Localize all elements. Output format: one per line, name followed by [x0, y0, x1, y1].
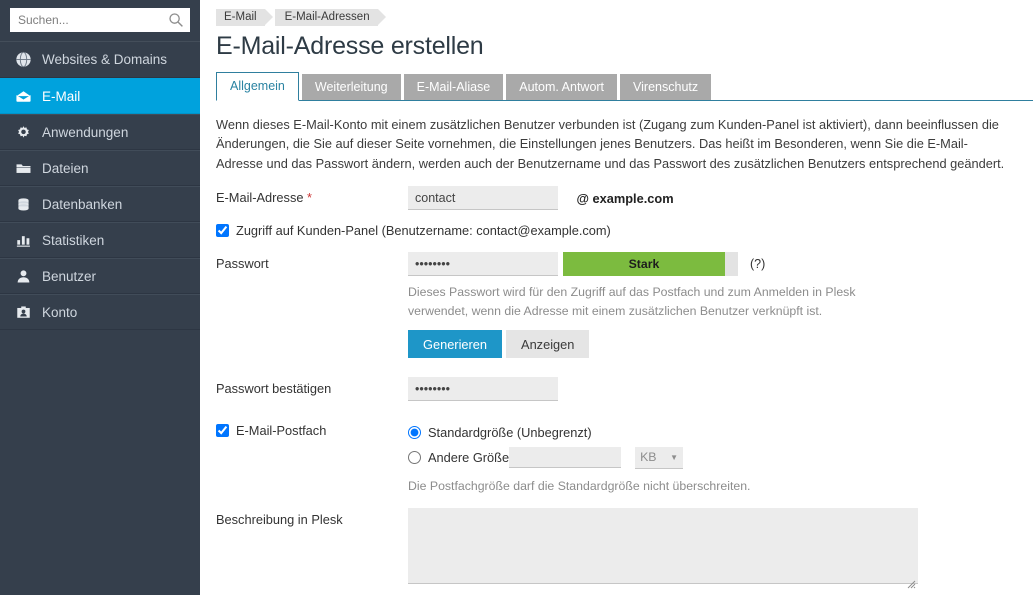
mailbox-size-default-radio[interactable] [408, 426, 421, 440]
chevron-down-icon: ▼ [670, 452, 679, 462]
field-password-confirm: Passwort bestätigen [216, 377, 1033, 402]
sidebar-item-dateien[interactable]: Dateien [0, 150, 200, 186]
sidebar-item-label: Anwendungen [42, 124, 129, 140]
mailbox-size-default-row[interactable]: Standardgröße (Unbegrenzt) [408, 422, 1033, 443]
intro-text: Wenn dieses E-Mail-Konto mit einem zusät… [216, 117, 1005, 171]
mailbox-unit-select[interactable]: KB ▼ [635, 446, 684, 469]
field-label-mailbox: E-Mail-Postfach [216, 422, 408, 438]
sidebar-item-konto[interactable]: Konto [0, 294, 200, 330]
search-box[interactable] [10, 8, 190, 32]
password-buttons: Generieren Anzeigen [408, 330, 1033, 359]
field-mailbox: E-Mail-Postfach Standardgröße (Unbegrenz… [216, 422, 1033, 495]
email-form: E-Mail-Adresse * @ example.com Zugriff a… [216, 186, 1033, 595]
field-label-password: Passwort [216, 256, 269, 272]
sidebar-search [0, 0, 200, 41]
sidebar-item-label: Datenbanken [42, 196, 123, 212]
tab-email-aliase[interactable]: E-Mail-Aliase [403, 74, 504, 100]
field-label-email-text: E-Mail-Adresse [216, 190, 304, 206]
search-input[interactable] [16, 9, 168, 31]
main-content: E-Mail E-Mail-Adressen E-Mail-Adresse er… [200, 0, 1033, 595]
mailbox-label-text: E-Mail-Postfach [236, 423, 327, 439]
page-title: E-Mail-Adresse erstellen [216, 32, 484, 60]
sidebar-item-statistiken[interactable]: Statistiken [0, 222, 200, 258]
field-control-password-confirm [408, 377, 1033, 402]
mailbox-checkbox[interactable] [216, 424, 229, 438]
sidebar-item-websites-domains[interactable]: Websites & Domains [0, 42, 200, 78]
field-email-address: E-Mail-Adresse * @ example.com [216, 186, 1033, 211]
mailbox-unit-value: KB [640, 450, 657, 465]
tab-allgemein[interactable]: Allgemein [216, 72, 299, 101]
password-row: Stark (?) [408, 252, 1033, 277]
description-textarea[interactable] [408, 507, 918, 584]
field-description: Beschreibung in Plesk Die Beschreibung [216, 507, 1033, 595]
folder-icon [14, 159, 32, 177]
envelope-icon [14, 87, 32, 105]
email-input[interactable] [408, 186, 558, 211]
field-label-email: E-Mail-Adresse * [216, 186, 408, 205]
panel-access-label: Zugriff auf Kunden-Panel (Benutzername: … [236, 223, 611, 239]
field-control-description: Die Beschreibung ist für jeden sichtbar,… [408, 507, 1033, 595]
sidebar-item-datenbanken[interactable]: Datenbanken [0, 186, 200, 222]
plesk-window: Websites & Domains E-Mail [0, 0, 1033, 595]
bar-chart-icon [14, 231, 32, 249]
mailbox-size-other-radio[interactable] [408, 451, 421, 465]
field-password: Passwort Stark (?) Dieses Passwort wird … [216, 252, 1033, 359]
sidebar-nav: Websites & Domains E-Mail Anwendungen Da… [0, 41, 200, 330]
tab-virenschutz[interactable]: Virenschutz [620, 74, 712, 100]
field-label-password-confirm: Passwort bestätigen [216, 381, 332, 397]
mailbox-hint: Die Postfachgröße darf die Standardgröße… [408, 479, 751, 494]
password-hint: Dieses Passwort wird für den Zugriff auf… [408, 285, 856, 318]
breadcrumb: E-Mail E-Mail-Adressen [200, 0, 1033, 26]
description-textarea-wrap [408, 507, 918, 589]
sidebar: Websites & Domains E-Mail [0, 0, 200, 595]
tab-autom-antwort[interactable]: Autom. Antwort [506, 74, 618, 100]
gear-icon [14, 123, 32, 141]
sidebar-item-label: E-Mail [42, 88, 81, 104]
sidebar-item-label: Statistiken [42, 232, 105, 248]
field-panel-access[interactable]: Zugriff auf Kunden-Panel (Benutzername: … [216, 223, 1033, 238]
required-asterisk: * [307, 190, 313, 206]
show-password-button[interactable]: Anzeigen [506, 330, 590, 359]
password-strength-bar: Stark [563, 252, 738, 277]
sidebar-item-anwendungen[interactable]: Anwendungen [0, 114, 200, 150]
password-strength-label: Stark [563, 252, 725, 277]
generate-password-button[interactable]: Generieren [408, 330, 503, 359]
field-control-password: Stark (?) Dieses Passwort wird für den Z… [408, 252, 1033, 359]
database-icon [14, 195, 32, 213]
email-domain-label: @ example.com [576, 190, 674, 206]
account-card-icon [14, 303, 32, 321]
mailbox-size-other-row[interactable]: Andere Größe KB ▼ [408, 446, 1033, 469]
password-help-link[interactable]: (?) [750, 257, 765, 271]
globe-icon [14, 51, 32, 69]
sidebar-item-label: Benutzer [42, 268, 97, 284]
breadcrumb-item-email-addresses[interactable]: E-Mail-Adressen [274, 8, 386, 26]
sidebar-item-label: Konto [42, 304, 78, 320]
mailbox-size-input[interactable] [509, 447, 622, 469]
field-control-email: @ example.com [408, 186, 1033, 211]
mailbox-size-default-label: Standardgröße (Unbegrenzt) [428, 425, 592, 441]
breadcrumb-item-email[interactable]: E-Mail [216, 8, 273, 26]
mailbox-size-other-label: Andere Größe [428, 450, 510, 466]
panel-access-checkbox[interactable] [216, 224, 229, 238]
password-confirm-input[interactable] [408, 377, 558, 402]
sidebar-item-benutzer[interactable]: Benutzer [0, 258, 200, 294]
field-control-mailbox: Standardgröße (Unbegrenzt) Andere Größe … [408, 422, 1033, 495]
tab-weiterleitung[interactable]: Weiterleitung [301, 74, 401, 100]
sidebar-item-email[interactable]: E-Mail [0, 78, 200, 114]
search-icon[interactable] [168, 12, 184, 28]
password-input[interactable] [408, 252, 558, 277]
sidebar-item-label: Websites & Domains [42, 52, 168, 67]
user-icon [14, 267, 32, 285]
tab-bar: Allgemein Weiterleitung E-Mail-Aliase Au… [216, 72, 1033, 101]
sidebar-item-label: Dateien [42, 160, 89, 176]
field-label-description: Beschreibung in Plesk [216, 511, 343, 527]
